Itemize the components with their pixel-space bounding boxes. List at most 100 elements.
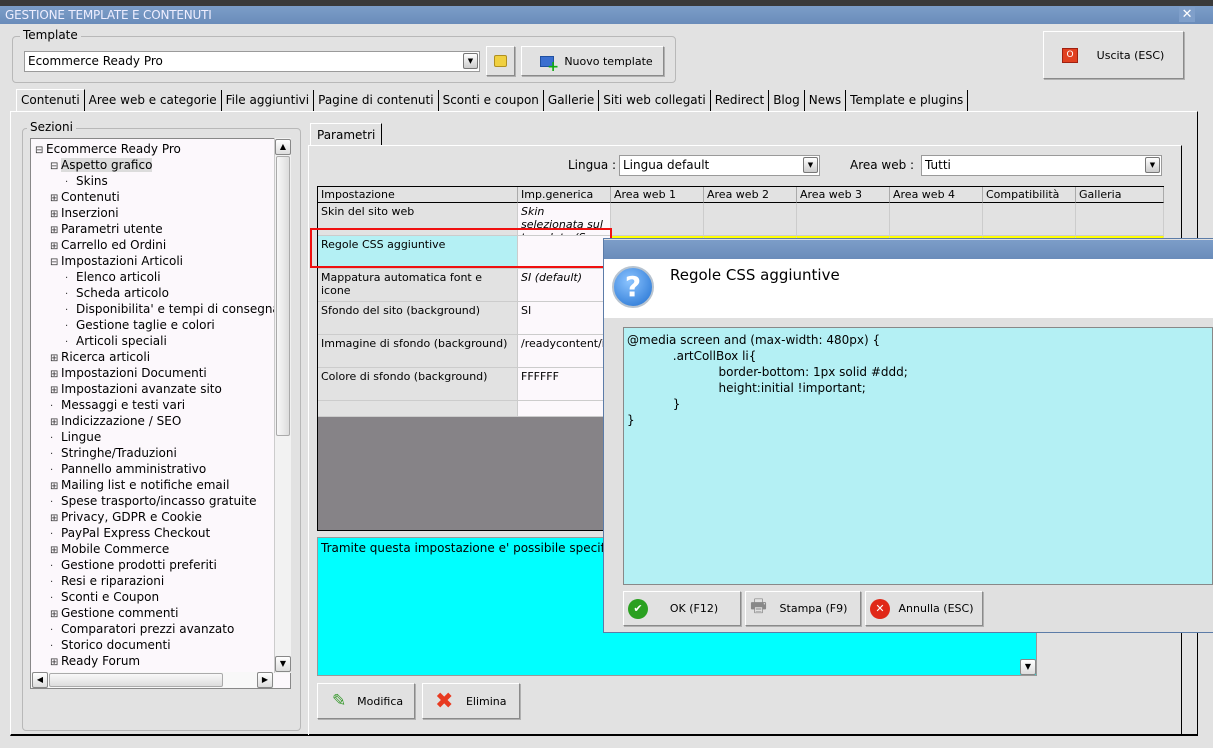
tree-item[interactable]: · Gestione prodotti preferiti bbox=[50, 557, 217, 573]
edit-button[interactable]: ✎ Modifica bbox=[317, 683, 415, 719]
tree-item[interactable]: · Messaggi e testi vari bbox=[50, 397, 185, 413]
area-cell[interactable] bbox=[1076, 203, 1164, 236]
column-header[interactable]: Galleria bbox=[1076, 187, 1164, 203]
setting-name-cell[interactable]: Sfondo del sito (background) bbox=[318, 302, 518, 335]
tree-item[interactable]: ⊞ Ricerca articoli bbox=[50, 349, 150, 365]
setting-value-cell[interactable]: /readycontent/images/christmas... bbox=[518, 335, 611, 368]
tab-template-e-plugins[interactable]: Template e plugins bbox=[846, 90, 969, 111]
tree-item[interactable]: · Scheda articolo bbox=[65, 285, 169, 301]
tree-item[interactable]: ⊞ Indicizzazione / SEO bbox=[50, 413, 181, 429]
scroll-left-icon[interactable]: ◀ bbox=[32, 672, 48, 688]
tree-item[interactable]: ⊞ Parametri utente bbox=[50, 221, 163, 237]
delete-button[interactable]: ✖ Elimina bbox=[422, 683, 520, 719]
tree-item[interactable]: ⊞ Impostazioni Documenti bbox=[50, 365, 207, 381]
tree-item-label: Skins bbox=[76, 174, 108, 188]
tab-gallerie[interactable]: Gallerie bbox=[543, 90, 600, 111]
cancel-icon: ✕ bbox=[870, 598, 890, 619]
tree-item[interactable]: ⊟ Impostazioni Articoli bbox=[50, 253, 183, 269]
hscroll-thumb[interactable] bbox=[49, 673, 223, 687]
column-header[interactable]: Impostazione bbox=[318, 187, 518, 203]
column-header[interactable]: Area web 3 bbox=[797, 187, 890, 203]
tab-pagine-di-contenuti[interactable]: Pagine di contenuti bbox=[314, 90, 439, 111]
area-cell[interactable] bbox=[890, 203, 983, 236]
tree-horizontal-scrollbar[interactable]: ◀ ▶ bbox=[31, 672, 274, 688]
tree-item[interactable]: · Elenco articoli bbox=[65, 269, 161, 285]
scroll-up-icon[interactable]: ▲ bbox=[275, 139, 291, 155]
scroll-right-icon[interactable]: ▶ bbox=[257, 672, 273, 688]
tab-contenuti[interactable]: Contenuti bbox=[16, 89, 85, 112]
tree-item[interactable]: ⊞ Mobile Commerce bbox=[50, 541, 169, 557]
setting-value-cell[interactable] bbox=[518, 401, 611, 417]
new-template-button[interactable]: + Nuovo template bbox=[521, 46, 664, 76]
lingua-select[interactable]: Lingua default ▼ bbox=[619, 155, 820, 176]
collapse-icon[interactable]: ⊟ bbox=[50, 159, 59, 175]
template-select[interactable]: Ecommerce Ready Pro ▼ bbox=[24, 51, 480, 72]
column-header[interactable]: Area web 1 bbox=[611, 187, 704, 203]
tree-item[interactable]: ⊞ Carrello ed Ordini bbox=[50, 237, 166, 253]
tree-item[interactable]: · Disponibilita' e tempi di consegna bbox=[65, 301, 280, 317]
setting-name-cell[interactable]: Immagine di sfondo (background) bbox=[318, 335, 518, 368]
setting-value-cell[interactable]: FFFFFF bbox=[518, 368, 611, 401]
tree-item[interactable]: · Spese trasporto/incasso gratuite bbox=[50, 493, 256, 509]
sections-tree[interactable]: ⊟ Ecommerce Ready Pro ⊟ Aspetto grafico · Ski… bbox=[30, 138, 291, 689]
area-cell[interactable] bbox=[797, 203, 890, 236]
area-web-select[interactable]: Tutti ▼ bbox=[921, 155, 1162, 176]
setting-name-cell[interactable]: Mappatura automatica font e icone bbox=[318, 269, 518, 302]
tree-item[interactable]: ⊞ Ready Forum bbox=[50, 653, 140, 669]
print-button[interactable]: 🖶 Stampa (F9) bbox=[745, 591, 861, 626]
tree-item[interactable]: · Resi e riparazioni bbox=[50, 573, 164, 589]
tree-item[interactable]: · PayPal Express Checkout bbox=[50, 525, 210, 541]
tab-redirect[interactable]: Redirect bbox=[710, 90, 770, 111]
css-rules-textarea[interactable]: @media screen and (max-width: 480px) { .… bbox=[623, 327, 1213, 585]
area-cell[interactable] bbox=[704, 203, 797, 236]
tab-news[interactable]: News bbox=[804, 90, 847, 111]
tab-aree-web-e-categorie[interactable]: Aree web e categorie bbox=[84, 90, 222, 111]
column-header[interactable]: Compatibilità bbox=[983, 187, 1076, 203]
tree-item[interactable]: · Stringhe/Traduzioni bbox=[50, 445, 177, 461]
area-cell[interactable] bbox=[611, 203, 704, 236]
tab-sconti-e-coupon[interactable]: Sconti e coupon bbox=[438, 90, 544, 111]
tree-item[interactable]: · Comparatori prezzi avanzato bbox=[50, 621, 234, 637]
tree-item[interactable]: · Lingue bbox=[50, 429, 101, 445]
tree-item[interactable]: ⊟ Aspetto grafico bbox=[50, 157, 153, 175]
tree-item[interactable]: · Storico documenti bbox=[50, 637, 171, 653]
tab-parametri[interactable]: Parametri bbox=[310, 123, 383, 145]
column-header[interactable]: Area web 4 bbox=[890, 187, 983, 203]
area-cell[interactable] bbox=[983, 203, 1076, 236]
close-icon[interactable]: ✕ bbox=[1179, 7, 1195, 22]
column-header[interactable]: Area web 2 bbox=[704, 187, 797, 203]
tree-item[interactable]: · Skins bbox=[65, 173, 108, 189]
setting-name-cell[interactable]: Colore di sfondo (background) bbox=[318, 368, 518, 401]
collapse-icon[interactable]: ⊟ bbox=[50, 255, 59, 271]
scroll-thumb[interactable] bbox=[276, 156, 290, 436]
setting-value-cell[interactable]: SI (default) bbox=[518, 269, 611, 302]
question-icon: ? bbox=[612, 266, 654, 308]
collapse-icon[interactable]: ⊟ bbox=[35, 143, 44, 159]
tab-blog[interactable]: Blog bbox=[769, 90, 805, 111]
tree-item[interactable]: · Articoli speciali bbox=[65, 333, 167, 349]
tree-item[interactable]: ⊞ Gestione commenti bbox=[50, 605, 178, 621]
expand-icon[interactable]: ⊞ bbox=[50, 655, 59, 671]
open-folder-button[interactable] bbox=[486, 46, 515, 76]
setting-name-cell[interactable] bbox=[318, 401, 518, 417]
tree-item[interactable]: ⊞ Inserzioni bbox=[50, 205, 119, 221]
scroll-down-icon[interactable]: ▼ bbox=[275, 656, 291, 672]
tab-siti-web-collegati[interactable]: Siti web collegati bbox=[599, 90, 711, 111]
tree-item[interactable]: · Sconti e Coupon bbox=[50, 589, 159, 605]
tree-item[interactable]: ⊞ Mailing list e notifiche email bbox=[50, 477, 229, 493]
tree-vertical-scrollbar[interactable]: ▲ ▼ bbox=[274, 138, 291, 673]
tree-item[interactable]: ⊟ Ecommerce Ready Pro bbox=[35, 141, 181, 157]
tab-file-aggiuntivi[interactable]: File aggiuntivi bbox=[221, 90, 315, 111]
tree-item[interactable]: · Pannello amministrativo bbox=[50, 461, 206, 477]
setting-value-cell[interactable]: SI bbox=[518, 302, 611, 335]
tree-item[interactable]: ⊞ Privacy, GDPR e Cookie bbox=[50, 509, 202, 525]
column-header[interactable]: Imp.generica bbox=[518, 187, 611, 203]
exit-button[interactable]: O Uscita (ESC) bbox=[1043, 31, 1184, 79]
tree-item[interactable]: ⊞ Contenuti bbox=[50, 189, 120, 205]
tree-item[interactable]: ⊞ Impostazioni avanzate sito bbox=[50, 381, 222, 397]
cancel-button[interactable]: ✕ Annulla (ESC) bbox=[865, 591, 983, 626]
scroll-down-icon[interactable]: ▼ bbox=[1020, 659, 1036, 675]
ok-button[interactable]: ✔ OK (F12) bbox=[623, 591, 741, 626]
dialog-titlebar bbox=[604, 240, 1213, 259]
tree-item[interactable]: · Gestione taglie e colori bbox=[65, 317, 215, 333]
